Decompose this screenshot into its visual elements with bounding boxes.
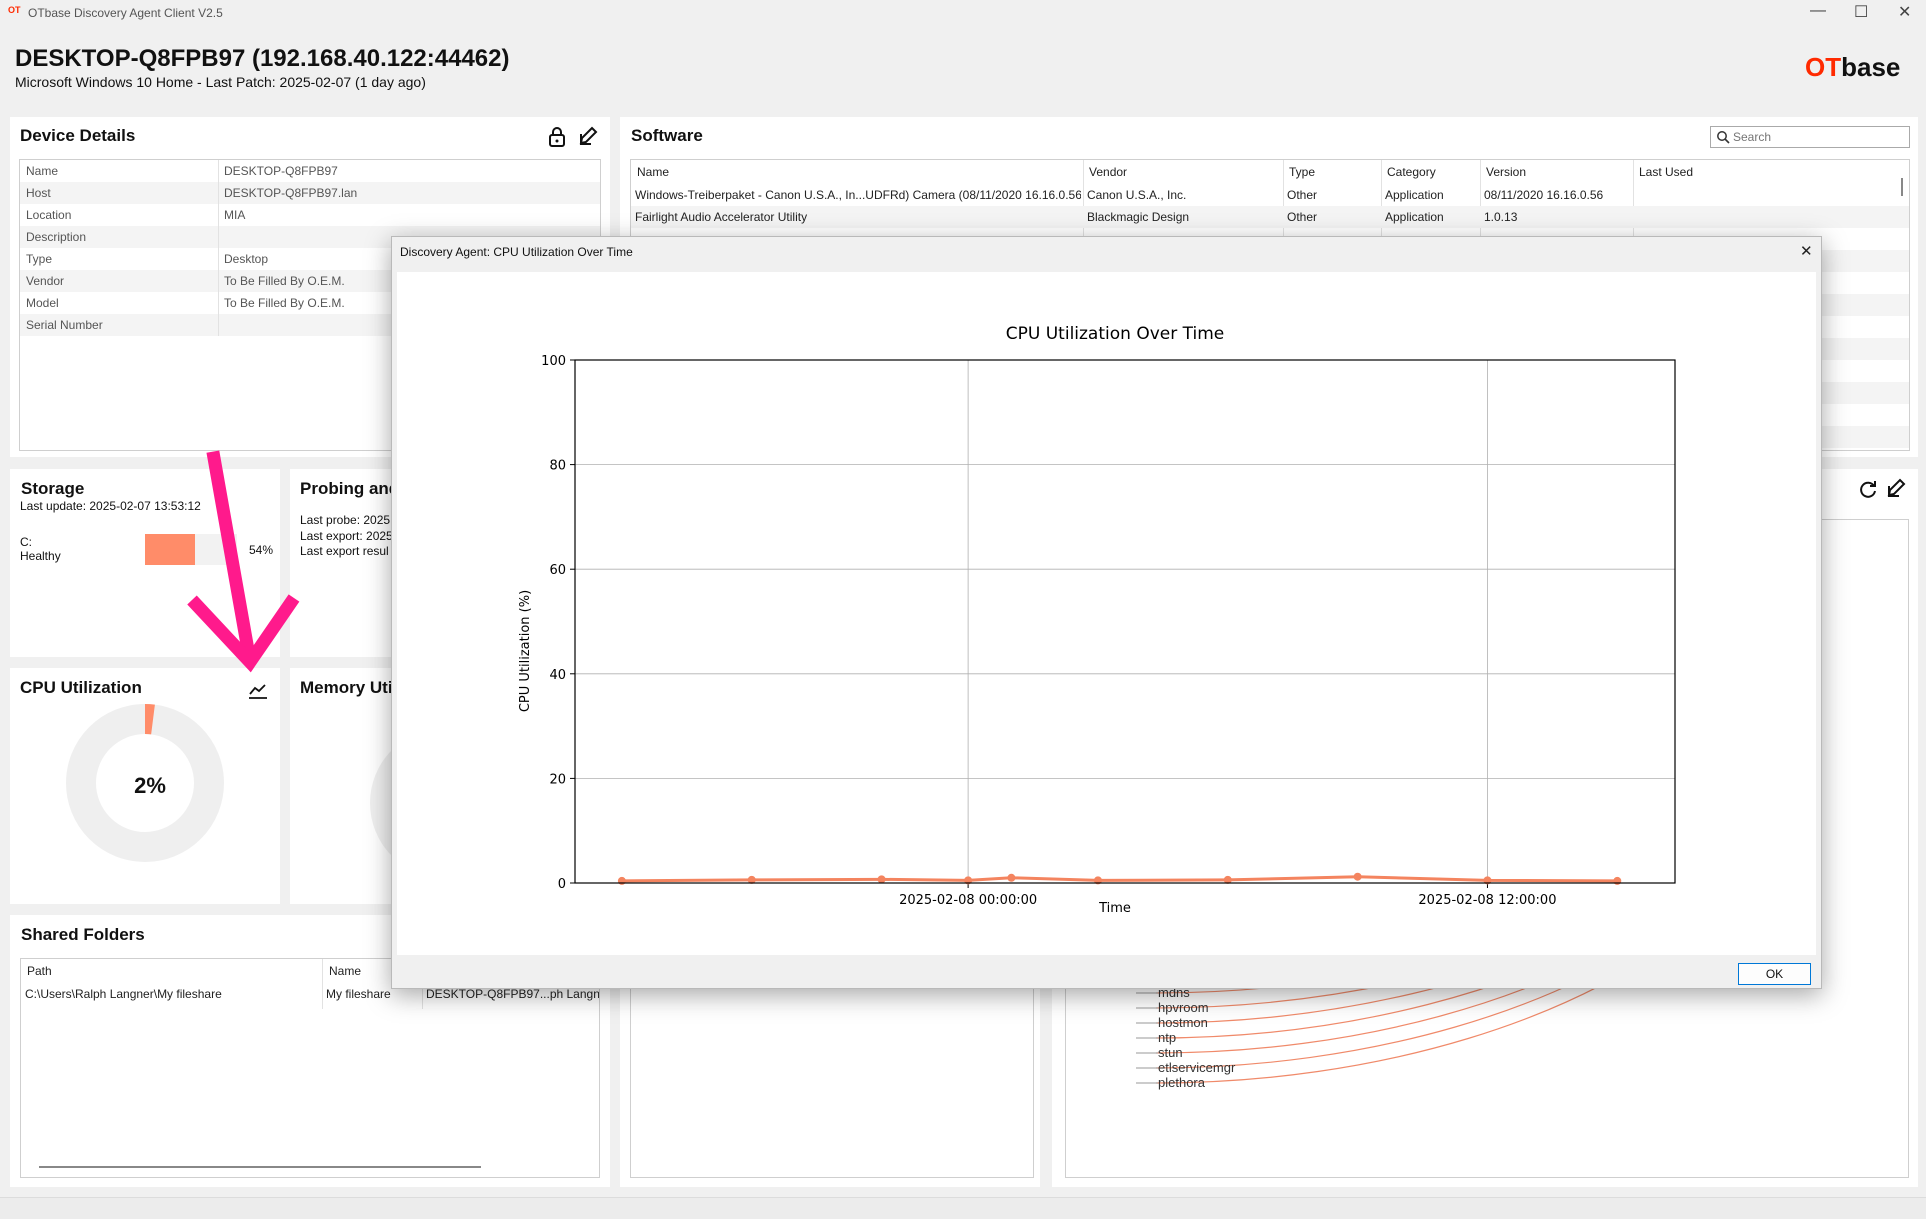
y-axis-label: CPU Utilization (%) xyxy=(518,590,533,712)
series-line xyxy=(621,875,1618,883)
x-tick-label: 2025-02-08 00:00:00 xyxy=(899,893,1037,908)
chart-title: CPU Utilization Over Time xyxy=(1006,324,1224,344)
service-node[interactable]: etlservicemgr xyxy=(1158,1060,1235,1075)
maximize-button[interactable]: ☐ xyxy=(1854,2,1868,22)
last-export-result: Last export resul xyxy=(300,544,389,558)
lock-icon[interactable] xyxy=(548,127,566,152)
status-bar xyxy=(0,1197,1926,1219)
y-tick-label: 100 xyxy=(541,354,566,369)
dialog-title: Discovery Agent: CPU Utilization Over Ti… xyxy=(400,245,633,259)
table-row[interactable]: Fairlight Audio Accelerator Utility Blac… xyxy=(631,206,1909,228)
service-node[interactable]: hostmon xyxy=(1158,1015,1208,1030)
data-point xyxy=(877,875,886,884)
table-row[interactable]: Windows-Treiberpaket - Canon U.S.A., In.… xyxy=(631,184,1909,206)
table-header: Name Vendor Type Category Version Last U… xyxy=(631,160,1909,184)
column-header[interactable]: Version xyxy=(1486,165,1526,179)
x-axis-label: Time xyxy=(1098,901,1131,916)
drive-status: Healthy xyxy=(20,549,61,563)
column-header[interactable]: Vendor xyxy=(1089,165,1127,179)
column-header[interactable]: Category xyxy=(1387,165,1436,179)
shared-folders-title: Shared Folders xyxy=(21,925,145,944)
column-header[interactable]: Last Used xyxy=(1639,165,1693,179)
service-node[interactable]: plethora xyxy=(1158,1075,1205,1090)
data-point xyxy=(1007,873,1016,882)
cpu-history-dialog: Discovery Agent: CPU Utilization Over Ti… xyxy=(391,236,1822,989)
data-point xyxy=(1613,876,1622,885)
service-node[interactable]: ntp xyxy=(1158,1030,1176,1045)
table-row[interactable]: Name DESKTOP-Q8FPB97 xyxy=(20,160,600,182)
service-node[interactable]: stun xyxy=(1158,1045,1183,1060)
app-logo-icon: OT xyxy=(8,5,21,15)
y-tick-label: 80 xyxy=(549,459,566,474)
column-header[interactable]: Name xyxy=(329,964,361,978)
drive-label: C: xyxy=(20,535,32,549)
brand-base: base xyxy=(1841,52,1901,82)
otbase-logo: OTbase xyxy=(1805,52,1900,83)
brand-ot: OT xyxy=(1805,52,1842,82)
edit-icon[interactable] xyxy=(578,126,598,151)
chart-canvas: CPU Utilization Over Time Time CPU Utili… xyxy=(397,272,1816,955)
search-input[interactable] xyxy=(1733,129,1903,145)
cpu-value: 2% xyxy=(134,773,166,798)
device-title: DESKTOP-Q8FPB97 (192.168.40.122:44462) xyxy=(15,45,510,72)
cpu-line-chart: CPU Utilization Over Time Time CPU Utili… xyxy=(518,324,1676,916)
last-probe: Last probe: 2025 xyxy=(300,513,391,527)
title-bar: OT OTbase Discovery Agent Client V2.5 — … xyxy=(0,0,1926,26)
data-point xyxy=(1353,872,1362,881)
ok-button[interactable]: OK xyxy=(1738,963,1811,985)
line-chart-icon[interactable] xyxy=(248,682,268,705)
last-export: Last export: 2025 xyxy=(300,529,393,543)
software-search[interactable] xyxy=(1710,126,1910,148)
window-title: OTbase Discovery Agent Client V2.5 xyxy=(28,6,223,20)
y-tick-label: 40 xyxy=(549,668,566,683)
y-tick-label: 20 xyxy=(549,772,566,787)
storage-title: Storage xyxy=(21,479,85,498)
column-header[interactable]: Name xyxy=(637,165,669,179)
memory-title: Memory Util xyxy=(300,678,398,697)
x-tick-label: 2025-02-08 12:00:00 xyxy=(1418,893,1556,908)
probing-title: Probing and xyxy=(300,479,400,498)
y-tick-label: 60 xyxy=(549,563,566,578)
edit-icon[interactable] xyxy=(1886,478,1906,503)
minimize-button[interactable]: — xyxy=(1810,2,1826,20)
search-icon xyxy=(1716,130,1730,149)
dialog-close-button[interactable]: ✕ xyxy=(1800,242,1813,260)
plot-frame xyxy=(574,359,1676,884)
shared-folders-table: Path Name C:\Users\Ralph Langner\My file… xyxy=(20,958,600,1178)
device-details-title: Device Details xyxy=(20,126,136,145)
y-tick-label: 0 xyxy=(558,877,566,892)
cpu-title: CPU Utilization xyxy=(20,678,142,697)
column-header[interactable]: Path xyxy=(27,964,52,978)
refresh-icon[interactable] xyxy=(1858,479,1878,504)
column-header[interactable]: Type xyxy=(1289,165,1315,179)
close-window-button[interactable]: ✕ xyxy=(1898,2,1911,22)
horizontal-scrollbar[interactable] xyxy=(39,1166,481,1168)
service-node[interactable]: hpvroom xyxy=(1158,1000,1209,1015)
annotation-arrow xyxy=(187,450,300,673)
scrollbar[interactable] xyxy=(1901,178,1903,196)
table-row[interactable]: Host DESKTOP-Q8FPB97.lan xyxy=(20,182,600,204)
cpu-donut-fill xyxy=(144,704,155,735)
cpu-panel: CPU Utilization 2% xyxy=(10,668,280,904)
software-title: Software xyxy=(631,126,703,145)
device-subtitle: Microsoft Windows 10 Home - Last Patch: … xyxy=(15,74,426,90)
table-row[interactable]: Location MIA xyxy=(20,204,600,226)
data-point xyxy=(617,876,626,885)
